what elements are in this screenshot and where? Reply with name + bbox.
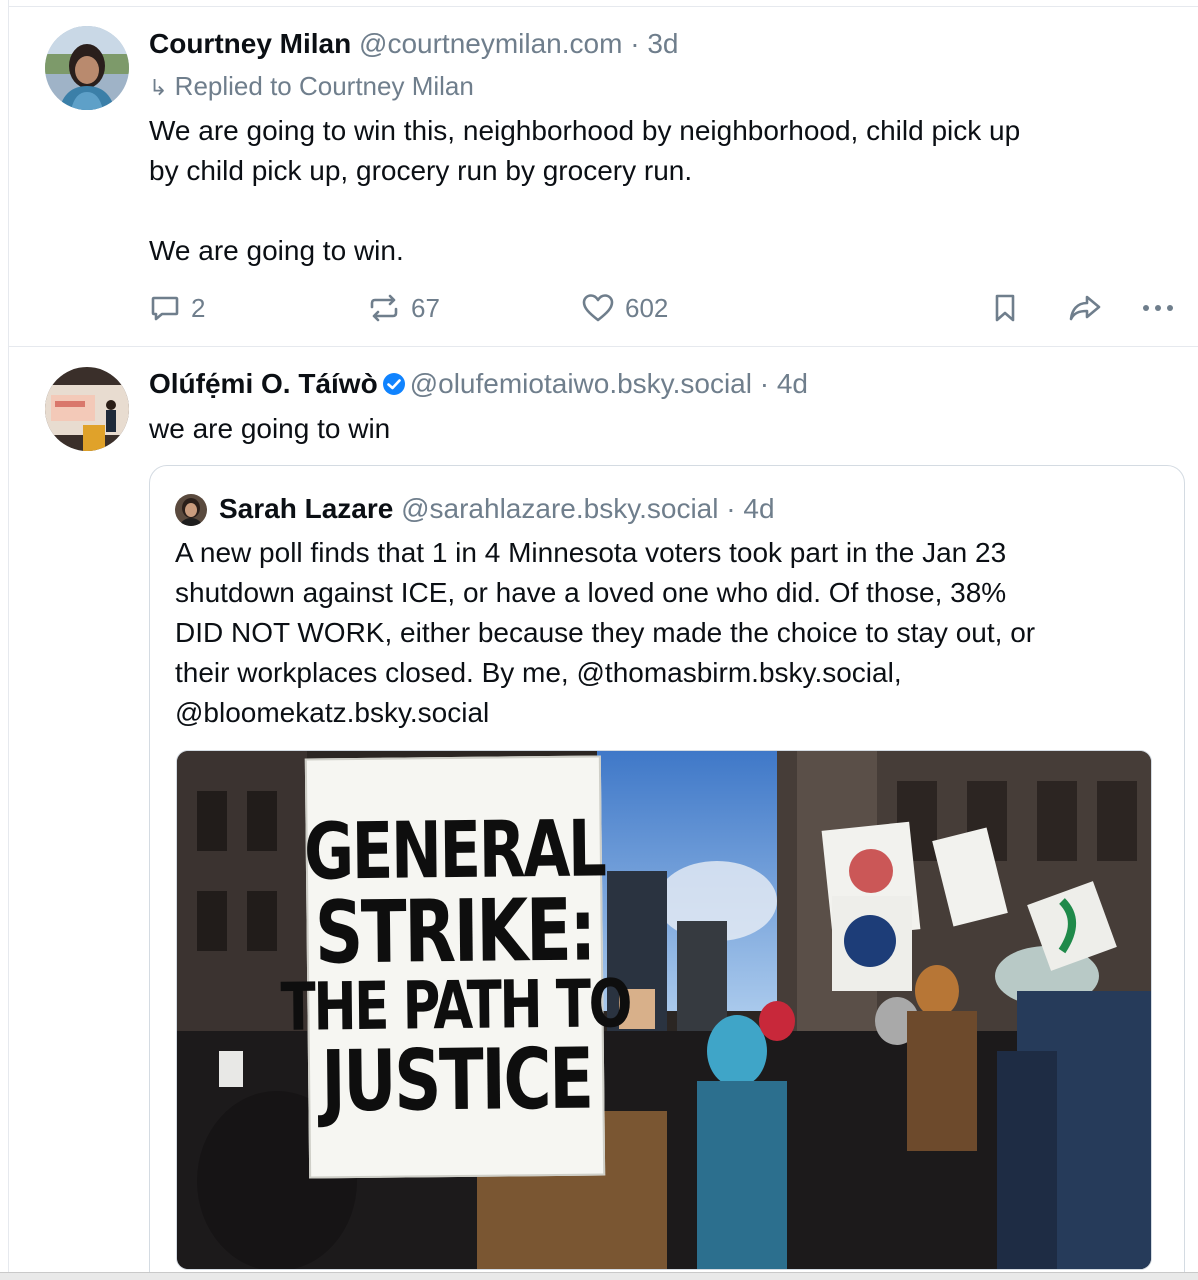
reply-icon	[149, 292, 181, 324]
quote-author-line: Sarah Lazare @sarahlazare.bsky.social · …	[219, 492, 775, 526]
share-button[interactable]	[1067, 286, 1103, 330]
quote-avatar[interactable]	[175, 494, 207, 526]
reply-button[interactable]: 2	[149, 286, 205, 330]
more-icon	[1141, 292, 1175, 324]
avatar[interactable]	[45, 367, 129, 451]
post-actions: 2 67 602	[149, 286, 1189, 330]
author-name[interactable]: Olúfẹ́mi O. Táíwò	[149, 368, 378, 399]
author-handle[interactable]: @olufemiotaiwo.bsky.social	[410, 368, 752, 399]
divider	[9, 346, 1198, 347]
sign-line: JUSTICE	[320, 1029, 592, 1130]
repost-button[interactable]: 67	[367, 286, 440, 330]
repost-icon	[367, 292, 401, 324]
bottom-edge	[0, 1272, 1198, 1280]
quote-text: A new poll finds that 1 in 4 Minnesota v…	[175, 537, 1036, 728]
quote-post[interactable]: Sarah Lazare @sarahlazare.bsky.social · …	[149, 465, 1185, 1280]
post-age[interactable]: 4d	[777, 368, 808, 399]
divider	[9, 6, 1198, 7]
avatar[interactable]	[45, 26, 129, 110]
post-text: We are going to win this, neighborhood b…	[149, 115, 1021, 266]
like-count: 602	[625, 292, 669, 323]
repost-count: 67	[411, 292, 440, 323]
like-icon	[581, 292, 615, 324]
separator: ·	[759, 368, 770, 399]
bookmark-icon	[991, 292, 1019, 324]
separator: ·	[726, 493, 736, 524]
sign-line: STRIKE:	[314, 880, 595, 984]
author-line: Courtney Milan @courtneymilan.com · 3d	[149, 27, 678, 61]
sign-line: GENERAL	[303, 804, 605, 898]
protest-sign: GENERAL STRIKE: THE PATH TO JUSTICE	[280, 755, 631, 1179]
verified-badge-icon[interactable]	[382, 370, 406, 395]
reply-arrow-icon: ↳	[149, 75, 168, 100]
author-name[interactable]: Courtney Milan	[149, 28, 351, 59]
quote-post-age[interactable]: 4d	[743, 493, 774, 524]
reply-count: 2	[191, 292, 206, 323]
share-icon	[1067, 292, 1103, 324]
author-handle[interactable]: @courtneymilan.com	[359, 28, 622, 59]
feed: Courtney Milan @courtneymilan.com · 3d ↳…	[8, 0, 1198, 1280]
bookmark-button[interactable]	[991, 286, 1019, 330]
quote-image[interactable]: GENERAL STRIKE: THE PATH TO JUSTICE	[176, 750, 1152, 1270]
post-text: we are going to win	[149, 413, 391, 444]
quote-author-name[interactable]: Sarah Lazare	[219, 493, 393, 524]
like-button[interactable]: 602	[581, 286, 668, 330]
reply-to-label: Replied to Courtney Milan	[174, 71, 474, 101]
separator: ·	[630, 28, 640, 59]
quote-author-handle[interactable]: @sarahlazare.bsky.social	[401, 493, 718, 524]
more-options-button[interactable]	[1141, 286, 1175, 330]
post-age[interactable]: 3d	[647, 28, 678, 59]
reply-context[interactable]: ↳ Replied to Courtney Milan	[149, 71, 474, 103]
author-line: Olúfẹ́mi O. Táíwò @olufemiotaiwo.bsky.soc…	[149, 367, 808, 401]
